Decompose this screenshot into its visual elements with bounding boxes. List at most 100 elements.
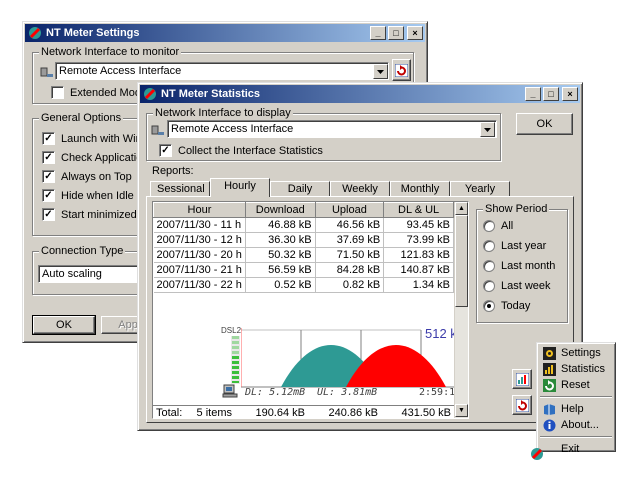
- network-interface-icon: [151, 125, 164, 135]
- period-last-week-radio[interactable]: Last week: [483, 280, 551, 292]
- meter-ul-total: UL: 3.81mB: [317, 387, 378, 398]
- show-period-legend: Show Period: [483, 203, 550, 215]
- start-minimized-checkbox[interactable]: ✓ Start minimized: [42, 208, 137, 221]
- about-icon: [542, 418, 556, 432]
- chevron-down-icon: [377, 69, 384, 74]
- settings-interface-select[interactable]: Remote Access Interface: [55, 62, 389, 80]
- stats-table: Hour Download Upload DL & UL 2007/11/30 …: [153, 202, 454, 293]
- hide-when-idle-checkbox[interactable]: ✓ Hide when Idle: [42, 189, 134, 202]
- reports-label: Reports:: [152, 165, 194, 177]
- ntmeter-app-icon: [29, 27, 41, 39]
- settings-ok-button[interactable]: OK: [32, 315, 96, 335]
- settings-interface-value: Remote Access Interface: [59, 65, 182, 77]
- period-last-year-radio[interactable]: Last year: [483, 240, 546, 252]
- connection-type-legend: Connection Type: [39, 245, 126, 257]
- menu-item-settings[interactable]: Settings: [539, 345, 613, 361]
- tray-context-menu: Settings Statistics Reset Help About... …: [536, 342, 616, 455]
- menu-item-statistics[interactable]: Statistics: [539, 361, 613, 377]
- menu-item-help[interactable]: Help: [539, 401, 613, 417]
- table-header-row: Hour Download Upload DL & UL: [153, 202, 454, 218]
- total-row: Total: 5 items 190.64 kB 240.86 kB 431.5…: [153, 405, 454, 419]
- settings-title: NT Meter Settings: [46, 27, 140, 39]
- ntmeter-app-icon: [144, 88, 156, 100]
- period-all-radio[interactable]: All: [483, 220, 513, 232]
- statistics-icon: [515, 372, 529, 386]
- show-period-group: Show Period All Last year Last month Las…: [476, 203, 568, 323]
- tab-monthly[interactable]: Monthly: [390, 181, 450, 197]
- stats-interface-select[interactable]: Remote Access Interface: [167, 120, 497, 138]
- period-last-month-radio[interactable]: Last month: [483, 260, 555, 272]
- extended-mode-checkbox[interactable]: Extended Mode: [51, 86, 147, 99]
- stats-interface-group: Network Interface to display Remote Acce…: [146, 107, 501, 161]
- refresh-icon: [395, 63, 408, 77]
- reset-icon: [515, 398, 529, 412]
- period-today-radio[interactable]: Today: [483, 300, 530, 312]
- meter-level-bars: [231, 336, 240, 384]
- statistics-window: NT Meter Statistics _ □ × Network Interf…: [137, 82, 583, 431]
- close-button[interactable]: ×: [407, 26, 423, 40]
- statistics-titlebar[interactable]: NT Meter Statistics _ □ ×: [140, 85, 580, 103]
- close-button[interactable]: ×: [562, 87, 578, 101]
- collect-statistics-label: Collect the Interface Statistics: [178, 144, 323, 157]
- tray-icon[interactable]: [530, 447, 544, 461]
- settings-titlebar[interactable]: NT Meter Settings _ □ ×: [25, 24, 425, 42]
- tab-yearly[interactable]: Yearly: [450, 181, 510, 197]
- tab-sessional[interactable]: Sessional: [150, 181, 210, 197]
- scroll-thumb[interactable]: [455, 215, 468, 307]
- menu-separator: [540, 436, 612, 438]
- stats-list: Hour Download Upload DL & UL 2007/11/30 …: [152, 201, 469, 419]
- reset-icon: [542, 378, 556, 392]
- menu-item-about[interactable]: About...: [539, 417, 613, 433]
- settings-icon: [542, 346, 556, 360]
- meter-dl-total: DL: 5.12mB: [245, 387, 306, 398]
- column-header-hour[interactable]: Hour: [153, 202, 246, 218]
- stats-interface-value: Remote Access Interface: [171, 123, 294, 135]
- maximize-button[interactable]: □: [543, 87, 559, 101]
- total-upload: 240.86 kB: [328, 407, 378, 419]
- settings-interface-dropdown-button[interactable]: [373, 64, 388, 79]
- table-row[interactable]: 2007/11/30 - 11 h 46.88 kB 46.56 kB 93.4…: [153, 217, 454, 233]
- column-header-dl-ul[interactable]: DL & UL: [383, 202, 454, 218]
- table-row[interactable]: 2007/11/30 - 12 h 36.30 kB 37.69 kB 73.9…: [153, 232, 454, 248]
- maximize-button[interactable]: □: [388, 26, 404, 40]
- table-row[interactable]: 2007/11/30 - 20 h 50.32 kB 71.50 kB 121.…: [153, 247, 454, 263]
- menu-item-exit[interactable]: Exit: [539, 441, 613, 457]
- stats-ok-button[interactable]: OK: [516, 113, 573, 135]
- column-header-download[interactable]: Download: [244, 202, 316, 218]
- settings-interface-legend: Network Interface to monitor: [39, 46, 182, 58]
- extended-mode-label: Extended Mode: [70, 86, 148, 99]
- table-row[interactable]: 2007/11/30 - 21 h 56.59 kB 84.28 kB 140.…: [153, 262, 454, 278]
- minimize-button[interactable]: _: [370, 26, 386, 40]
- tab-hourly[interactable]: Hourly: [210, 178, 270, 197]
- always-on-top-checkbox[interactable]: ✓ Always on Top: [42, 170, 132, 183]
- tab-daily[interactable]: Daily: [270, 181, 330, 197]
- stats-side-button-2[interactable]: [512, 395, 532, 415]
- total-items: 5 items: [196, 407, 232, 419]
- column-header-upload[interactable]: Upload: [314, 202, 385, 218]
- traffic-meter: DSL2 512 kb/s DL: 5.12mB UL: 3.81mB 2:59…: [221, 326, 468, 400]
- report-tabs: Sessional Hourly Daily Weekly Monthly Ye…: [150, 178, 510, 197]
- meter-label: DSL2: [221, 326, 242, 335]
- tab-weekly[interactable]: Weekly: [330, 181, 390, 197]
- stats-scrollbar[interactable]: ▲ ▼: [454, 202, 468, 418]
- meter-computer-icon: [222, 384, 238, 398]
- stats-interface-legend: Network Interface to display: [153, 107, 293, 119]
- total-download: 190.64 kB: [255, 407, 305, 419]
- table-row[interactable]: 2007/11/30 - 22 h 0.52 kB 0.82 kB 1.34 k…: [153, 277, 454, 293]
- total-dl-ul: 431.50 kB: [401, 407, 451, 419]
- statistics-icon: [542, 362, 556, 376]
- scroll-down-button[interactable]: ▼: [455, 404, 468, 417]
- help-icon: [542, 402, 556, 416]
- statistics-title: NT Meter Statistics: [161, 88, 261, 100]
- network-interface-icon: [40, 67, 53, 77]
- collect-statistics-checkbox[interactable]: ✓ Collect the Interface Statistics: [159, 144, 323, 157]
- menu-item-reset[interactable]: Reset: [539, 377, 613, 393]
- general-options-legend: General Options: [39, 112, 124, 124]
- stats-side-button-1[interactable]: [512, 369, 532, 389]
- scroll-up-button[interactable]: ▲: [455, 202, 468, 215]
- chevron-down-icon: [484, 127, 491, 132]
- total-label: Total:: [156, 407, 183, 419]
- minimize-button[interactable]: _: [525, 87, 541, 101]
- settings-refresh-button[interactable]: [392, 59, 411, 81]
- stats-interface-dropdown-button[interactable]: [480, 122, 495, 137]
